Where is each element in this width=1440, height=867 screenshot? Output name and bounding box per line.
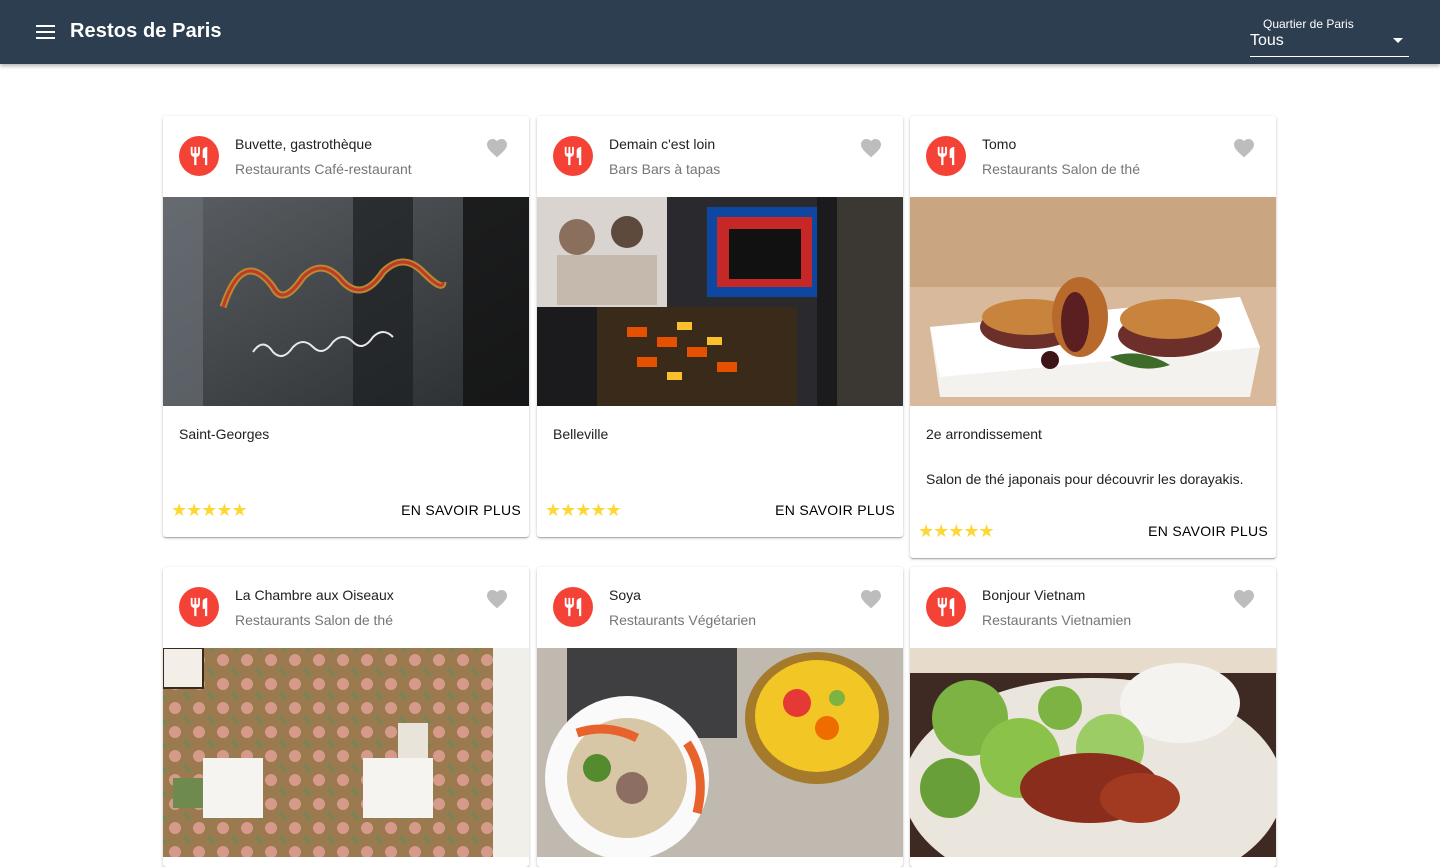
quartier-select-value: Tous [1250,32,1284,49]
favorite-heart-icon[interactable] [485,136,509,160]
restaurant-card: Bonjour Vietnam Restaurants Vietnamien [910,567,1276,867]
card-title: Tomo [982,136,1017,152]
dropdown-arrow-icon [1393,38,1403,43]
favorite-heart-icon[interactable] [1232,136,1256,160]
app-title: Restos de Paris [70,20,222,42]
favorite-heart-icon[interactable] [859,136,883,160]
rating-stars: ★★★★★ [918,521,995,541]
card-quartier: Saint-Georges [179,426,270,442]
restaurant-card: Demain c'est loin Bars Bars à tapas Bell… [537,116,903,537]
learn-more-button[interactable]: EN SAVOIR PLUS [775,498,895,522]
restaurant-icon [553,587,593,627]
card-subtitle: Restaurants Vietnamien [982,612,1132,628]
restaurant-card: Tomo Restaurants Salon de thé 2e arrondi… [910,116,1276,558]
card-title: Bonjour Vietnam [982,587,1086,603]
restaurant-card: Buvette, gastrothèque Restaurants Café-r… [163,116,529,537]
restaurant-card: La Chambre aux Oiseaux Restaurants Salon… [163,567,529,867]
card-quartier: 2e arrondissement [926,426,1042,442]
app-bar: Restos de Paris Quartier de Paris Tous [0,0,1440,64]
card-title: Demain c'est loin [609,136,716,152]
card-image [163,648,529,857]
card-subtitle: Restaurants Café-restaurant [235,161,412,177]
rating-stars: ★★★★★ [171,500,248,520]
card-subtitle: Restaurants Salon de thé [982,161,1140,177]
favorite-heart-icon[interactable] [1232,587,1256,611]
learn-more-button[interactable]: EN SAVOIR PLUS [1148,519,1268,543]
card-subtitle: Restaurants Salon de thé [235,612,393,628]
restaurant-card: Soya Restaurants Végétarien [537,567,903,867]
rating-stars: ★★★★★ [545,500,622,520]
card-title: Soya [609,587,641,603]
card-image [910,197,1276,406]
card-image [163,197,529,406]
card-title: Buvette, gastrothèque [235,136,372,152]
card-subtitle: Restaurants Végétarien [609,612,757,628]
restaurant-icon [926,587,966,627]
card-title: La Chambre aux Oiseaux [235,587,394,603]
menu-icon[interactable] [36,24,56,40]
restaurant-icon [553,136,593,176]
card-description: Salon de thé japonais pour découvrir les… [926,471,1244,487]
restaurant-icon [179,136,219,176]
card-image [910,648,1276,857]
card-quartier: Belleville [553,426,609,442]
favorite-heart-icon[interactable] [859,587,883,611]
favorite-heart-icon[interactable] [485,587,509,611]
card-subtitle: Bars Bars à tapas [609,161,721,177]
quartier-select[interactable]: Quartier de Paris Tous [1250,15,1409,57]
card-image [537,648,903,857]
quartier-select-label: Quartier de Paris [1263,17,1354,31]
learn-more-button[interactable]: EN SAVOIR PLUS [401,498,521,522]
restaurant-icon [926,136,966,176]
restaurant-icon [179,587,219,627]
card-image [537,197,903,406]
